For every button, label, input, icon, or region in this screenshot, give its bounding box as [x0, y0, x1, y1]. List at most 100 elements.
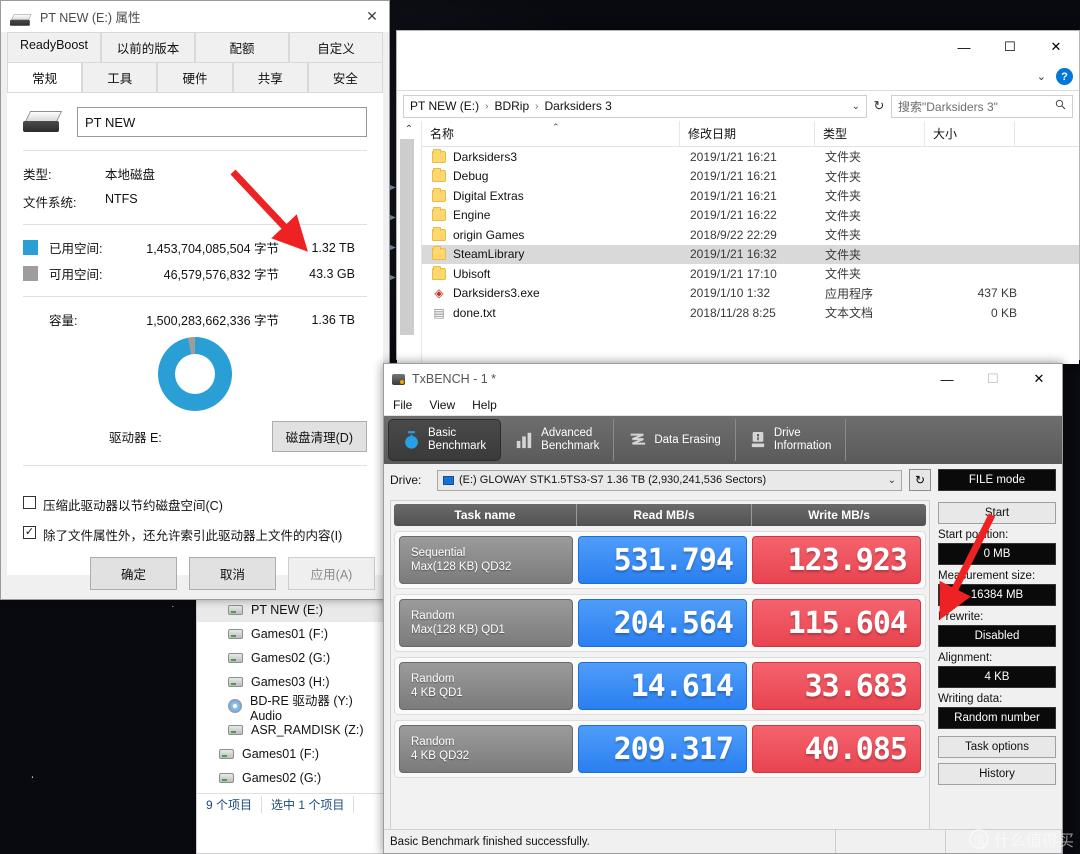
- drive-refresh-button[interactable]: ↻: [909, 469, 931, 491]
- txbench-tab-bar[interactable]: Basic Benchmark Advanced Benchmark Data Eras…: [384, 416, 1062, 464]
- sidebar-item-bd-re-y-audio[interactable]: BD-RE 驱动器 (Y:) Audio: [197, 694, 385, 723]
- txbench-app-icon: [392, 373, 405, 385]
- breadcrumb[interactable]: PT NEW (E:) › BDRip › Darksiders 3 ⌄: [403, 94, 867, 118]
- properties-tab-硬件[interactable]: 硬件: [157, 62, 233, 92]
- explorer-nav-rail[interactable]: ⌃ ➤ ➤ ➤ ➤: [387, 121, 422, 364]
- properties-tab-共享[interactable]: 共享: [232, 62, 308, 92]
- disk-cleanup-button[interactable]: 磁盘清理(D): [271, 421, 367, 452]
- writing-data-value[interactable]: Random number: [938, 707, 1056, 729]
- column-header-type[interactable]: 类型: [815, 121, 925, 146]
- task-name-button[interactable]: Random 4 KB QD1: [399, 662, 573, 710]
- sidebar-item-pt-new-e-[interactable]: PT NEW (E:): [197, 598, 385, 622]
- properties-tab-row-secondary[interactable]: ReadyBoost 以前的版本 配额 自定义: [1, 32, 389, 63]
- drive-caption-row: 驱动器 E: 磁盘清理(D): [23, 421, 367, 452]
- properties-close-button[interactable]: ✕: [355, 1, 389, 32]
- vertical-scrollbar[interactable]: [400, 139, 414, 335]
- tab-advanced[interactable]: Advanced Benchmark: [501, 419, 615, 461]
- txbench-title-bar[interactable]: TxBENCH - 1 * — ☐ ✕: [384, 364, 1062, 394]
- sidebar-item-games02-g-[interactable]: Games02 (G:): [197, 646, 385, 670]
- folder-icon: [432, 265, 446, 280]
- donut-hole: [175, 354, 215, 394]
- txbench-menu-bar[interactable]: File View Help: [384, 394, 1062, 416]
- table-row[interactable]: Engine 2019/1/21 16:22 文件夹: [422, 206, 1079, 226]
- sidebar-item-games01-f-[interactable]: Games01 (F:): [197, 742, 385, 766]
- table-row[interactable]: Digital Extras 2019/1/21 16:21 文件夹: [422, 186, 1079, 206]
- explorer-close-button[interactable]: ✕: [1033, 32, 1079, 62]
- tab-drive[interactable]: Drive Information: [736, 419, 847, 461]
- txbench-close-button[interactable]: ✕: [1016, 364, 1062, 394]
- table-row[interactable]: Darksiders3 2019/1/21 16:21 文件夹: [422, 147, 1079, 167]
- help-icon[interactable]: ?: [1056, 68, 1073, 85]
- alignment-value[interactable]: 4 KB: [938, 666, 1056, 688]
- menu-item-help[interactable]: Help: [472, 398, 497, 412]
- table-row[interactable]: origin Games 2018/9/22 22:29 文件夹: [422, 225, 1079, 245]
- volume-name-input[interactable]: PT NEW: [77, 107, 367, 137]
- explorer-navigation-tree[interactable]: PT NEW (E:) Games01 (F:) Games02 (G:) Games…: [196, 598, 386, 854]
- properties-tab-0[interactable]: ReadyBoost: [7, 32, 101, 63]
- column-header-size[interactable]: 大小: [925, 121, 1015, 146]
- txbench-maximize-button[interactable]: ☐: [970, 364, 1016, 394]
- chevron-down-icon[interactable]: ⌄: [852, 101, 860, 112]
- compress-drive-option[interactable]: 压缩此驱动器以节约磁盘空间(C): [23, 495, 367, 514]
- start-button[interactable]: Start: [938, 502, 1056, 524]
- free-space-row: 可用空间: 46,579,576,832 字节 43.3 GB: [23, 264, 367, 283]
- breadcrumb-item-2[interactable]: Darksiders 3: [545, 99, 612, 113]
- measurement-size-value[interactable]: 16384 MB: [938, 584, 1056, 606]
- checkbox-compress[interactable]: [23, 496, 36, 509]
- table-row[interactable]: ▤ done.txt 2018/11/28 8:25 文本文档 0 KB: [422, 303, 1079, 323]
- properties-tab-row-primary[interactable]: 常规 工具 硬件 共享 安全: [1, 62, 389, 92]
- file-name: Engine: [453, 208, 491, 223]
- properties-tab-1[interactable]: 以前的版本: [101, 32, 195, 63]
- hard-drive-icon: [228, 677, 243, 687]
- task-name-button[interactable]: Random 4 KB QD32: [399, 725, 573, 773]
- file-mode-indicator[interactable]: FILE mode: [938, 469, 1056, 491]
- properties-tab-工具[interactable]: 工具: [82, 62, 158, 92]
- table-row[interactable]: Ubisoft 2019/1/21 17:10 文件夹: [422, 264, 1079, 284]
- properties-title-bar[interactable]: PT NEW (E:) 属性 ✕: [1, 1, 389, 32]
- prewrite-value[interactable]: Disabled: [938, 625, 1056, 647]
- txbench-window[interactable]: TxBENCH - 1 * — ☐ ✕ File View Help Basic…: [383, 363, 1063, 854]
- breadcrumb-item-0[interactable]: PT NEW (E:): [410, 99, 479, 113]
- collapse-icon[interactable]: ⌃: [397, 121, 421, 135]
- properties-tab-常规[interactable]: 常规: [7, 62, 83, 92]
- start-position-value[interactable]: 0 MB: [938, 543, 1056, 565]
- file-list-column-headers[interactable]: 名称 修改日期 类型 大小 ⌃: [422, 121, 1079, 147]
- breadcrumb-item-1[interactable]: BDRip: [494, 99, 529, 113]
- task-options-button[interactable]: Task options: [938, 736, 1056, 758]
- file-explorer-window[interactable]: — ☐ ✕ ⌄ ? PT NEW (E:) › BDRip › Darkside…: [387, 30, 1080, 364]
- column-header-name[interactable]: 名称: [422, 121, 680, 146]
- cancel-button[interactable]: 取消: [189, 556, 276, 590]
- sidebar-item-games01-f-[interactable]: Games01 (F:): [197, 622, 385, 646]
- ribbon-expand-icon[interactable]: ⌄: [1037, 70, 1046, 83]
- index-content-option[interactable]: ✓ 除了文件属性外，还允许索引此驱动器上文件的内容(I): [23, 525, 367, 544]
- checkbox-index[interactable]: ✓: [23, 526, 36, 539]
- menu-item-view[interactable]: View: [429, 398, 455, 412]
- drive-select-dropdown[interactable]: (E:) GLOWAY STK1.5TS3-S7 1.36 TB (2,930,…: [437, 469, 902, 491]
- properties-tab-2[interactable]: 配额: [195, 32, 289, 63]
- tab-data-erasing[interactable]: Data Erasing: [614, 419, 736, 461]
- explorer-maximize-button[interactable]: ☐: [987, 32, 1033, 62]
- ok-button[interactable]: 确定: [90, 556, 177, 590]
- drive-properties-dialog[interactable]: PT NEW (E:) 属性 ✕ ReadyBoost 以前的版本 配额 自定义 常规…: [0, 0, 390, 600]
- table-row[interactable]: Debug 2019/1/21 16:21 文件夹: [422, 167, 1079, 187]
- properties-tab-3[interactable]: 自定义: [289, 32, 383, 63]
- explorer-minimize-button[interactable]: —: [941, 32, 987, 62]
- table-row[interactable]: ◈ Darksiders3.exe 2019/1/10 1:32 应用程序 437 KB: [422, 284, 1079, 304]
- refresh-icon[interactable]: ↻: [872, 98, 886, 114]
- sidebar-item-games02-g-[interactable]: Games02 (G:): [197, 766, 385, 790]
- task-name-button[interactable]: Random Max(128 KB) QD1: [399, 599, 573, 647]
- file-list-pane[interactable]: 名称 修改日期 类型 大小 ⌃ Darksiders3 2019/1/21 16:…: [422, 121, 1079, 364]
- properties-tab-安全[interactable]: 安全: [307, 62, 384, 92]
- task-name-button[interactable]: Sequential Max(128 KB) QD32: [399, 536, 573, 584]
- search-input[interactable]: 搜索"Darksiders 3": [891, 94, 1073, 118]
- column-header-date[interactable]: 修改日期: [680, 121, 815, 146]
- menu-item-file[interactable]: File: [393, 398, 412, 412]
- chevron-down-icon[interactable]: ⌄: [888, 475, 896, 486]
- file-type: 文件夹: [825, 169, 862, 184]
- txbench-minimize-button[interactable]: —: [924, 364, 970, 394]
- explorer-address-bar[interactable]: PT NEW (E:) › BDRip › Darksiders 3 ⌄ ↻ 搜…: [397, 91, 1079, 121]
- history-button[interactable]: History: [938, 763, 1056, 785]
- explorer-title-bar[interactable]: — ☐ ✕: [397, 31, 1079, 63]
- tab-basic[interactable]: Basic Benchmark: [388, 419, 502, 461]
- table-row[interactable]: SteamLibrary 2019/1/21 16:32 文件夹: [422, 244, 1079, 264]
